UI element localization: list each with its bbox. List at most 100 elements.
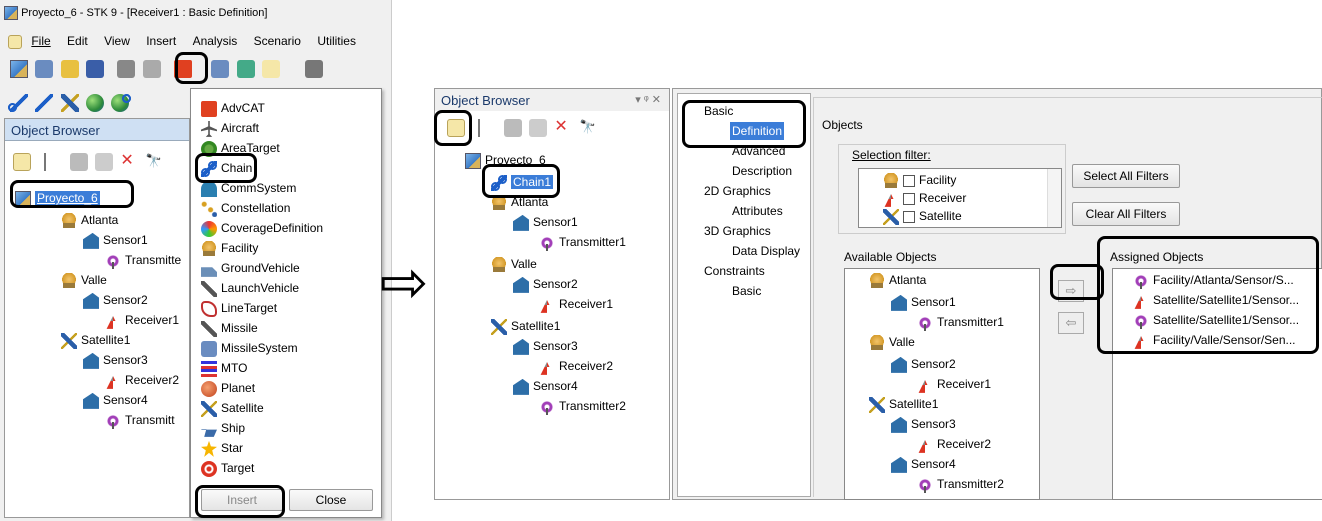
- mid-tree-sensor4[interactable]: Sensor4: [513, 377, 578, 395]
- insert-menu-item-launchvehicle[interactable]: LaunchVehicle: [201, 279, 299, 297]
- insert-menu-item-missilesystem[interactable]: MissileSystem: [201, 339, 298, 357]
- left-tree-sensor4[interactable]: Sensor4: [83, 391, 148, 409]
- copy-icon[interactable]: [69, 153, 88, 171]
- nav-2d-graphics[interactable]: 2D Graphics: [704, 182, 771, 200]
- left-tree-sensor2[interactable]: Sensor2: [83, 291, 148, 309]
- avail-sensor3[interactable]: Sensor3: [891, 415, 956, 433]
- avail-satellite1[interactable]: Satellite1: [869, 395, 938, 413]
- menu-utilities[interactable]: Utilities: [317, 34, 356, 48]
- left-tree-sensor3[interactable]: Sensor3: [83, 351, 148, 369]
- left-tree-satellite1[interactable]: Satellite1: [61, 331, 130, 349]
- insert-menu-item-satellite[interactable]: Satellite: [201, 399, 264, 417]
- mto-icon: [201, 360, 217, 377]
- insert-menu-item-aircraft[interactable]: Aircraft: [201, 119, 259, 137]
- mid-paste-icon[interactable]: [529, 119, 548, 137]
- nav-constraints[interactable]: Constraints: [704, 262, 765, 280]
- mid-tree-transmitter2[interactable]: Transmitter2: [539, 397, 626, 415]
- insert-menu-item-planet[interactable]: Planet: [201, 379, 255, 397]
- menu-scenario[interactable]: Scenario: [254, 34, 301, 48]
- mid-tree-receiver1[interactable]: Receiver1: [539, 295, 613, 313]
- cut-icon[interactable]: [44, 153, 62, 171]
- save-icon[interactable]: [86, 60, 105, 78]
- satellite-checkbox[interactable]: [903, 210, 915, 223]
- left-tree-valle[interactable]: Valle: [61, 271, 107, 289]
- menu-edit[interactable]: Edit: [67, 34, 88, 48]
- mid-tree-sensor3[interactable]: Sensor3: [513, 337, 578, 355]
- mid-tree-satellite1[interactable]: Satellite1: [491, 317, 560, 335]
- graph-icon[interactable]: [236, 60, 255, 78]
- nav-constraints-basic[interactable]: Basic: [732, 282, 761, 300]
- menu-file[interactable]: File: [31, 34, 50, 48]
- mid-find-icon[interactable]: 🔭: [580, 119, 598, 137]
- avail-sensor4[interactable]: Sensor4: [891, 455, 956, 473]
- tool-d-icon[interactable]: [86, 94, 105, 112]
- avail-valle[interactable]: Valle: [869, 333, 915, 351]
- tool-b-icon[interactable]: [35, 94, 54, 112]
- left-tree-transmitter1[interactable]: Transmitte: [105, 251, 181, 269]
- menu-insert[interactable]: Insert: [146, 34, 176, 48]
- avail-sensor1[interactable]: Sensor1: [891, 293, 956, 311]
- nav-attributes[interactable]: Attributes: [732, 202, 783, 220]
- insert-menu-item-facility[interactable]: Facility: [201, 239, 258, 257]
- mid-tree-transmitter1[interactable]: Transmitter1: [539, 233, 626, 251]
- nav-description[interactable]: Description: [732, 162, 792, 180]
- filter-facility[interactable]: Facility: [883, 171, 956, 189]
- avail-transmitter2[interactable]: Transmitter2: [917, 475, 1004, 493]
- mid-copy-icon[interactable]: [503, 119, 522, 137]
- note-icon[interactable]: [262, 60, 281, 78]
- more-icon[interactable]: [305, 60, 324, 78]
- avail-receiver2[interactable]: Receiver2: [917, 435, 991, 453]
- filter-scrollbar[interactable]: [1047, 169, 1061, 227]
- insert-menu-item-groundvehicle[interactable]: GroundVehicle: [201, 259, 300, 277]
- avail-sensor2[interactable]: Sensor2: [891, 355, 956, 373]
- insert-menu-item-mto[interactable]: MTO: [201, 359, 247, 377]
- left-tree-atlanta[interactable]: Atlanta: [61, 211, 118, 229]
- insert-menu-item-star[interactable]: Star: [201, 439, 243, 457]
- insert-menu-item-coveragedefinition[interactable]: CoverageDefinition: [201, 219, 323, 237]
- menu-analysis[interactable]: Analysis: [193, 34, 238, 48]
- avail-receiver1[interactable]: Receiver1: [917, 375, 991, 393]
- menu-view[interactable]: View: [104, 34, 130, 48]
- insert-menu-item-missile[interactable]: Missile: [201, 319, 258, 337]
- left-tree-sensor1[interactable]: Sensor1: [83, 231, 148, 249]
- print-icon[interactable]: [117, 60, 136, 78]
- mid-tree-sensor1[interactable]: Sensor1: [513, 213, 578, 231]
- stk-app-icon: [4, 6, 18, 20]
- new-scenario-icon[interactable]: [10, 60, 28, 78]
- new-icon[interactable]: [35, 60, 54, 78]
- toolbar-misc-icon[interactable]: [142, 60, 161, 78]
- select-all-filters-button[interactable]: Select All Filters: [1072, 164, 1180, 188]
- filter-satellite[interactable]: Satellite: [883, 207, 962, 225]
- insert-menu-item-advcat[interactable]: AdvCAT: [201, 99, 265, 117]
- report-icon[interactable]: [211, 60, 230, 78]
- remove-object-button[interactable]: ⇦: [1058, 312, 1084, 334]
- insert-menu-item-linetarget[interactable]: LineTarget: [201, 299, 277, 317]
- left-tree-receiver1[interactable]: Receiver1: [105, 311, 179, 329]
- ob-new-icon[interactable]: [13, 153, 31, 171]
- avail-atlanta[interactable]: Atlanta: [869, 271, 926, 289]
- open-icon[interactable]: [60, 60, 79, 78]
- close-button[interactable]: Close: [289, 489, 373, 511]
- nav-3d-graphics[interactable]: 3D Graphics: [704, 222, 771, 240]
- insert-menu-item-target[interactable]: Target: [201, 459, 254, 477]
- mid-delete-icon[interactable]: ✕: [554, 119, 572, 137]
- mid-ob-pin[interactable]: ▾ ᵠ ✕: [635, 93, 661, 106]
- avail-transmitter1[interactable]: Transmitter1: [917, 313, 1004, 331]
- facility-checkbox[interactable]: [903, 174, 915, 187]
- mid-cut-icon[interactable]: [478, 119, 496, 137]
- insert-menu-item-ship[interactable]: Ship: [201, 419, 245, 437]
- find-icon[interactable]: 🔭: [146, 153, 164, 171]
- tool-c-icon[interactable]: [60, 94, 79, 112]
- mid-tree-receiver2[interactable]: Receiver2: [539, 357, 613, 375]
- mid-tree-sensor2[interactable]: Sensor2: [513, 275, 578, 293]
- left-tree-transmitter2[interactable]: Transmitt: [105, 411, 175, 429]
- receiver-checkbox[interactable]: [903, 192, 915, 205]
- mid-tree-valle[interactable]: Valle: [491, 255, 537, 273]
- insert-menu-item-constellation[interactable]: Constellation: [201, 199, 290, 217]
- clear-all-filters-button[interactable]: Clear All Filters: [1072, 202, 1180, 226]
- paste-icon[interactable]: [95, 153, 114, 171]
- delete-icon[interactable]: ✕: [120, 153, 138, 171]
- filter-receiver[interactable]: Receiver: [883, 189, 966, 207]
- left-tree-receiver2[interactable]: Receiver2: [105, 371, 179, 389]
- nav-data-display[interactable]: Data Display: [732, 242, 800, 260]
